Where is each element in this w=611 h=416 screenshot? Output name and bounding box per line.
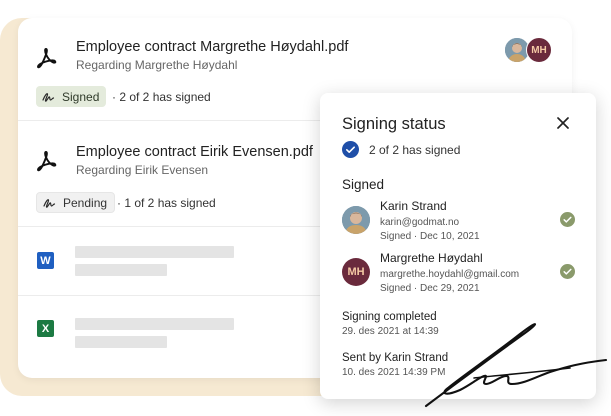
handwritten-signature <box>424 323 608 408</box>
signature-pen-icon <box>42 92 55 102</box>
signature-pen-icon <box>43 198 56 208</box>
signer-email: margrethe.hoydahl@gmail.com <box>380 269 520 280</box>
check-circle-icon <box>342 141 359 158</box>
document-title[interactable]: Employee contract Eirik Evensen.pdf <box>76 144 313 160</box>
signer-name: Margrethe Høydahl <box>380 251 483 265</box>
signing-progress: · 2 of 2 has signed <box>112 90 211 104</box>
skeleton-line <box>75 246 234 258</box>
excel-icon: X <box>37 320 54 337</box>
document-subtitle: Regarding Eirik Evensen <box>76 163 209 177</box>
skeleton-line <box>75 336 167 348</box>
check-circle-icon <box>560 212 575 227</box>
skeleton-line <box>75 318 234 330</box>
stage: Employee contract Margrethe Høydahl.pdf … <box>0 0 611 416</box>
signer-avatars: MH <box>504 37 554 63</box>
pdf-icon <box>37 48 57 69</box>
status-badge-label: Pending <box>63 195 108 210</box>
signer-item: MH Margrethe Høydahl margrethe.hoydahl@g… <box>342 251 582 301</box>
status-badge: Pending <box>36 192 116 213</box>
signed-heading: Signed <box>342 177 385 192</box>
status-badge: Signed <box>36 86 107 107</box>
signer-item: Karin Strand karin@godmat.no Signed · De… <box>342 199 582 249</box>
avatar: MH <box>526 37 552 63</box>
document-subtitle: Regarding Margrethe Høydahl <box>76 58 238 72</box>
skeleton-line <box>75 264 167 276</box>
check-circle-icon <box>560 264 575 279</box>
signing-progress: · 1 of 2 has signed <box>117 196 216 210</box>
document-title[interactable]: Employee contract Margrethe Høydahl.pdf <box>76 39 348 55</box>
signed-count: 2 of 2 has signed <box>369 143 461 157</box>
avatar: MH <box>342 258 370 286</box>
word-icon: W <box>37 252 54 269</box>
avatar <box>342 206 370 234</box>
panel-title: Signing status <box>342 115 446 133</box>
signer-date: Signed · Dec 29, 2021 <box>380 283 480 294</box>
signer-name: Karin Strand <box>380 199 447 213</box>
close-icon[interactable] <box>554 114 572 132</box>
signer-email: karin@godmat.no <box>380 217 460 228</box>
status-badge-label: Signed <box>62 89 100 104</box>
pdf-icon <box>37 151 57 172</box>
signer-date: Signed · Dec 10, 2021 <box>380 231 480 242</box>
